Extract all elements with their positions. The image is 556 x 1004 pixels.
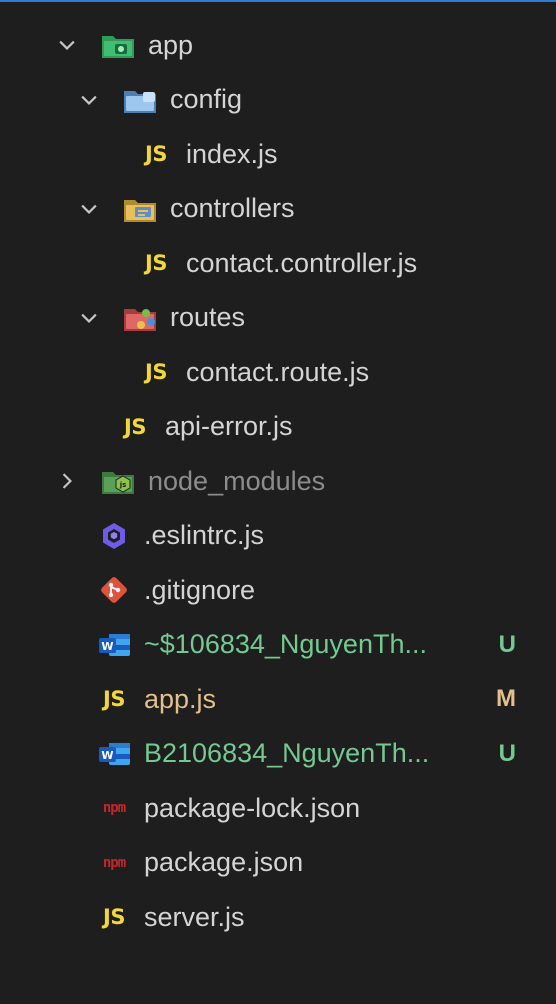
file-explorer: app config JS index.js controllers JS co… (0, 0, 556, 1004)
eslint-icon (94, 519, 134, 553)
chevron-right-icon[interactable] (54, 468, 80, 494)
git-untracked-badge: U (498, 739, 516, 767)
file-package-json[interactable]: npm package.json (0, 836, 556, 891)
word-doc-icon: W (94, 628, 134, 662)
item-label: .gitignore (144, 574, 256, 605)
item-label: package.json (144, 847, 304, 878)
git-icon (94, 573, 134, 607)
folder-routes-icon (120, 301, 160, 335)
item-label: B2106834_NguyenTh... (144, 738, 430, 769)
npm-icon: npm (102, 854, 126, 871)
item-label: contact.controller.js (186, 247, 418, 278)
item-label: ~$106834_NguyenTh... (144, 629, 427, 660)
item-label: app (148, 29, 194, 60)
file-app-js[interactable]: JS app.js M (0, 672, 556, 727)
file-word-temp[interactable]: W ~$106834_NguyenTh... U (0, 618, 556, 673)
chevron-down-icon[interactable] (76, 196, 102, 222)
file-tree: app config JS index.js controllers JS co… (0, 18, 556, 945)
item-label: node_modules (148, 465, 326, 496)
js-file-icon: JS (145, 142, 167, 167)
js-file-icon: JS (103, 687, 125, 712)
folder-config[interactable]: config (0, 73, 556, 128)
svg-text:W: W (101, 749, 113, 762)
file-eslintrc-js[interactable]: .eslintrc.js (0, 509, 556, 564)
item-label: api-error.js (165, 411, 293, 442)
npm-icon: npm (102, 800, 126, 817)
item-label: package-lock.json (144, 792, 361, 823)
file-api-error-js[interactable]: JS api-error.js (0, 400, 556, 455)
file-server-js[interactable]: JS server.js (0, 890, 556, 945)
folder-node-icon: js (98, 464, 138, 498)
folder-controllers[interactable]: controllers (0, 182, 556, 237)
js-file-icon: JS (145, 251, 167, 276)
folder-config-icon (120, 83, 160, 117)
js-file-icon: JS (145, 360, 167, 385)
file-contact-route-js[interactable]: JS contact.route.js (0, 345, 556, 400)
js-file-icon: JS (103, 905, 125, 930)
item-label: server.js (144, 901, 245, 932)
folder-app-icon (98, 28, 138, 62)
file-index-js[interactable]: JS index.js (0, 127, 556, 182)
word-doc-icon: W (94, 737, 134, 771)
item-label: config (170, 84, 243, 115)
item-label: contact.route.js (186, 356, 370, 387)
folder-node-modules[interactable]: js node_modules (0, 454, 556, 509)
svg-text:js: js (119, 481, 127, 489)
folder-app[interactable]: app (0, 18, 556, 73)
js-file-icon: JS (124, 414, 146, 439)
git-untracked-badge: U (498, 630, 516, 658)
chevron-down-icon[interactable] (76, 87, 102, 113)
item-label: .eslintrc.js (144, 520, 265, 551)
item-label: routes (170, 302, 246, 333)
folder-routes[interactable]: routes (0, 291, 556, 346)
item-label: app.js (144, 683, 217, 714)
file-package-lock-json[interactable]: npm package-lock.json (0, 781, 556, 836)
item-label: controllers (170, 193, 295, 224)
file-contact-controller-js[interactable]: JS contact.controller.js (0, 236, 556, 291)
chevron-down-icon[interactable] (54, 32, 80, 58)
file-gitignore[interactable]: .gitignore (0, 563, 556, 618)
item-label: index.js (186, 138, 278, 169)
folder-controllers-icon (120, 192, 160, 226)
svg-text:W: W (101, 640, 113, 653)
file-word-doc[interactable]: W B2106834_NguyenTh... U (0, 727, 556, 782)
chevron-down-icon[interactable] (76, 305, 102, 331)
git-modified-badge: M (496, 685, 516, 713)
